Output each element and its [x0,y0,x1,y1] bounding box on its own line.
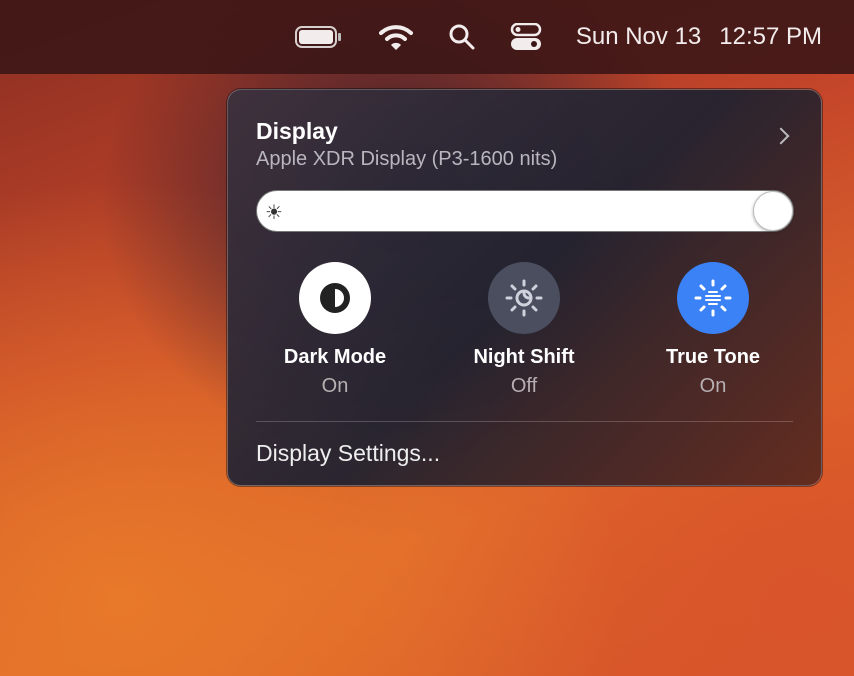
brightness-sun-icon: ☀ [265,202,283,224]
toggle-label: Dark Mode [283,346,387,368]
dark-mode-icon[interactable] [299,262,371,334]
divider [256,421,793,422]
search-icon[interactable] [448,23,476,51]
brightness-slider-knob[interactable] [753,191,793,231]
toggle-true-tone[interactable]: True Tone On [633,262,793,398]
display-settings-link[interactable]: Display Settings... [256,440,440,467]
toggle-label: Night Shift [473,346,575,368]
display-panel: Display Apple XDR Display (P3-1600 nits)… [227,89,822,486]
display-name: Apple XDR Display (P3-1600 nits) [256,148,558,170]
toggle-dark-mode[interactable]: Dark Mode On [255,262,415,398]
menubar-time[interactable]: 12:57 PM [719,23,822,51]
control-center-icon[interactable] [510,23,542,51]
toggle-value: Off [510,375,538,397]
menubar-date[interactable]: Sun Nov 13 [576,23,701,51]
menu-bar: Sun Nov 13 12:57 PM [0,0,854,74]
wifi-icon[interactable] [378,23,414,51]
toggle-value: On [321,375,349,397]
night-shift-icon[interactable] [488,262,560,334]
chevron-right-icon[interactable] [772,127,790,145]
panel-title: Display [256,118,338,144]
true-tone-icon[interactable] [677,262,749,334]
brightness-slider[interactable]: ☀ [256,190,794,232]
toggle-label: True Tone [665,346,761,368]
toggle-value: On [699,375,727,397]
battery-icon[interactable] [294,25,344,49]
toggle-night-shift[interactable]: Night Shift Off [444,262,604,398]
